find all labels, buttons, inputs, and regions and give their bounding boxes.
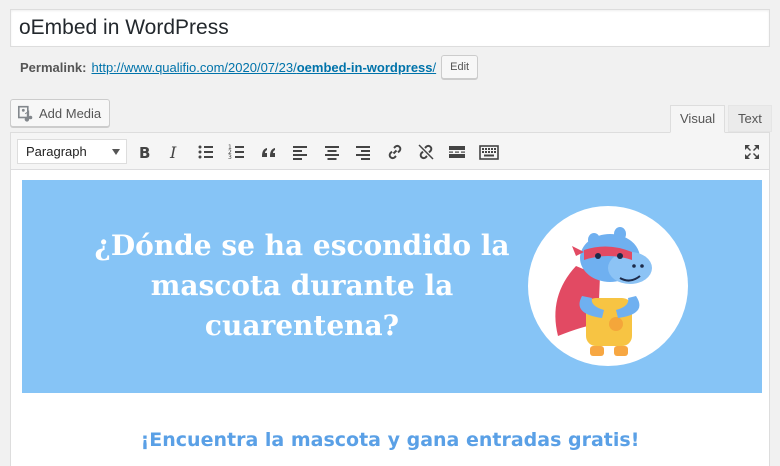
editor-toolbar: Paragraph B I 123	[11, 133, 769, 170]
permalink-bar: Permalink: http://www.qualifio.com/2020/…	[20, 55, 479, 79]
cta-heading: ¡Encuentra la mascota y gana entradas gr…	[140, 429, 640, 451]
svg-text:I: I	[169, 143, 177, 162]
fullscreen-icon[interactable]	[741, 141, 763, 163]
format-select[interactable]: Paragraph	[17, 139, 127, 164]
align-left-icon[interactable]	[289, 141, 311, 163]
editor-frame: Paragraph B I 123 ¿Dónde se ha escondido…	[10, 132, 770, 466]
numbered-list-icon[interactable]: 123	[226, 141, 248, 163]
toolbar-toggle-icon[interactable]	[478, 141, 500, 163]
chevron-down-icon	[112, 149, 120, 155]
align-center-icon[interactable]	[321, 141, 343, 163]
post-title-input[interactable]: oEmbed in WordPress	[10, 9, 770, 47]
align-right-icon[interactable]	[352, 141, 374, 163]
permalink-label: Permalink:	[20, 59, 87, 75]
bullet-list-icon[interactable]	[195, 141, 217, 163]
italic-icon[interactable]: I	[163, 141, 185, 163]
format-select-value: Paragraph	[26, 144, 87, 159]
link-icon[interactable]	[384, 141, 406, 163]
blockquote-icon[interactable]	[258, 141, 280, 163]
banner-heading: ¿Dónde se ha escondido la mascota durant…	[94, 229, 510, 342]
edit-permalink-button[interactable]: Edit	[441, 55, 479, 79]
add-media-label: Add Media	[39, 105, 102, 121]
add-media-button[interactable]: Add Media	[10, 99, 111, 127]
read-more-icon[interactable]	[446, 141, 468, 163]
unlink-icon[interactable]	[415, 141, 437, 163]
permalink-link[interactable]: http://www.qualifio.com/2020/07/23/oembe…	[91, 60, 436, 75]
banner-image: ¿Dónde se ha escondido la mascota durant…	[22, 180, 762, 393]
svg-text:3: 3	[228, 154, 232, 161]
editor-content[interactable]: ¿Dónde se ha escondido la mascota durant…	[11, 171, 769, 466]
hippo-mascot-illustration	[528, 206, 688, 366]
tab-text[interactable]: Text	[728, 105, 772, 132]
bold-icon[interactable]: B	[133, 141, 155, 163]
media-icon	[17, 105, 33, 122]
svg-text:B: B	[139, 144, 150, 162]
tab-visual[interactable]: Visual	[670, 105, 726, 133]
